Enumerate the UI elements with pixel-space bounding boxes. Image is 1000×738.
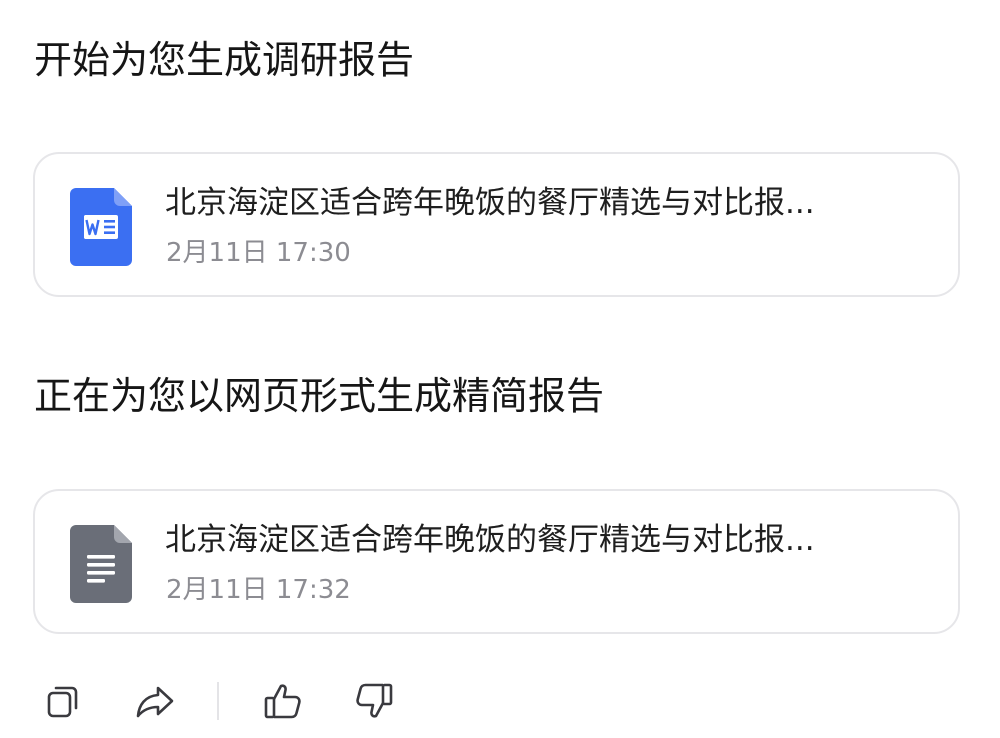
share-icon bbox=[136, 686, 174, 718]
report-title: 北京海淀区适合跨年晚饭的餐厅精选与对比报... bbox=[165, 185, 815, 221]
text-document-icon bbox=[70, 525, 132, 603]
copy-icon bbox=[47, 686, 78, 718]
share-button[interactable] bbox=[134, 680, 176, 722]
report-timestamp: 2月11日 17:30 bbox=[166, 238, 351, 268]
thumbs-down-icon bbox=[356, 683, 393, 718]
report-timestamp: 2月11日 17:32 bbox=[166, 575, 351, 605]
thumbs-up-icon bbox=[264, 684, 301, 719]
message-action-bar bbox=[0, 676, 1000, 726]
status-message-start: 开始为您生成调研报告 bbox=[34, 38, 415, 82]
report-card-web[interactable]: 北京海淀区适合跨年晚饭的餐厅精选与对比报... 2月11日 17:32 bbox=[33, 489, 960, 634]
dislike-button[interactable] bbox=[353, 680, 395, 722]
report-card-word[interactable]: 北京海淀区适合跨年晚饭的餐厅精选与对比报... 2月11日 17:30 bbox=[33, 152, 960, 297]
like-button[interactable] bbox=[262, 680, 304, 722]
chat-response: 开始为您生成调研报告 北京海淀区适合跨年晚饭的餐厅精选与对比报... 2月11日… bbox=[0, 0, 1000, 738]
report-title: 北京海淀区适合跨年晚饭的餐厅精选与对比报... bbox=[165, 522, 815, 558]
action-divider bbox=[217, 682, 219, 720]
word-document-icon bbox=[70, 188, 132, 266]
status-message-web: 正在为您以网页形式生成精简报告 bbox=[34, 374, 605, 418]
copy-button[interactable] bbox=[42, 680, 84, 722]
